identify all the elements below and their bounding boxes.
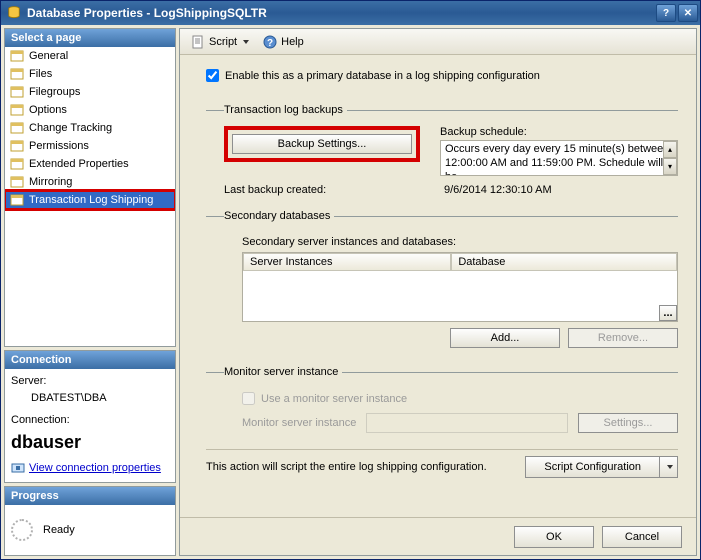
page-icon [9, 49, 25, 63]
connection-label: Connection: [11, 412, 169, 429]
last-backup-value: 9/6/2014 12:30:10 AM [444, 184, 552, 196]
secondary-instances-label: Secondary server instances and databases… [242, 236, 678, 248]
page-icon [9, 193, 25, 207]
use-monitor-checkbox [242, 392, 255, 405]
secondary-databases-group: Secondary databases Secondary server ins… [206, 210, 678, 358]
help-window-button[interactable]: ? [656, 4, 676, 22]
page-list: General Files Filegroups Options Change … [5, 47, 175, 346]
sidebar-item-label: Filegroups [29, 86, 80, 98]
sidebar-item-label: Extended Properties [29, 158, 129, 170]
sidebar-item-options[interactable]: Options [5, 101, 175, 119]
column-header-database[interactable]: Database [451, 253, 677, 271]
page-icon [9, 121, 25, 135]
dialog-footer: OK Cancel [180, 517, 696, 555]
ok-button[interactable]: OK [514, 526, 594, 548]
select-page-header: Select a page [5, 29, 175, 47]
server-value: DBATEST\DBA [11, 390, 169, 407]
sidebar-item-label: Files [29, 68, 52, 80]
sidebar-item-label: Options [29, 104, 67, 116]
connection-body: Server: DBATEST\DBA Connection: dbauser … [5, 369, 175, 482]
last-backup-label: Last backup created: [224, 184, 444, 196]
titlebar[interactable]: Database Properties - LogShippingSQLTR ?… [1, 1, 700, 25]
sidebar-item-label: General [29, 50, 68, 62]
group-legend: Monitor server instance [224, 366, 342, 378]
enable-primary-checkbox[interactable] [206, 69, 219, 82]
toolbar-label: Script [209, 36, 237, 48]
sidebar-item-filegroups[interactable]: Filegroups [5, 83, 175, 101]
script-configuration-button[interactable]: Script Configuration [525, 456, 678, 478]
help-toolbar-button[interactable]: ? Help [258, 32, 309, 52]
button-label: Script Configuration [526, 461, 659, 473]
sidebar-item-label: Transaction Log Shipping [29, 194, 153, 206]
transaction-log-backups-group: Transaction log backups Backup Settings.… [206, 104, 678, 202]
progress-header: Progress [5, 487, 175, 505]
backup-settings-button[interactable]: Backup Settings... [232, 134, 412, 154]
script-toolbar-button[interactable]: Script [186, 32, 254, 52]
sidebar-item-files[interactable]: Files [5, 65, 175, 83]
chevron-down-icon [243, 40, 249, 44]
view-connection-properties-link[interactable]: View connection properties [29, 460, 161, 477]
page-icon [9, 85, 25, 99]
sidebar-item-extended-properties[interactable]: Extended Properties [5, 155, 175, 173]
svg-text:?: ? [267, 38, 273, 49]
page-icon [9, 157, 25, 171]
backup-schedule-label: Backup schedule: [440, 126, 678, 138]
toolbar-label: Help [281, 36, 304, 48]
server-label: Server: [11, 373, 169, 390]
sidebar-item-mirroring[interactable]: Mirroring [5, 173, 175, 191]
sidebar-item-transaction-log-shipping[interactable]: Transaction Log Shipping [5, 191, 175, 209]
monitor-instance-field-label: Monitor server instance [242, 417, 356, 429]
page-icon [9, 67, 25, 81]
connection-props-icon [11, 462, 25, 474]
page-icon [9, 103, 25, 117]
monitor-server-group: Monitor server instance Use a monitor se… [206, 366, 678, 441]
schedule-scrollbar[interactable]: ▴▾ [663, 141, 677, 175]
script-icon [191, 35, 205, 49]
separator [206, 449, 678, 450]
remove-button: Remove... [568, 328, 678, 348]
main-content: Enable this as a primary database in a l… [180, 55, 696, 517]
sidebar-item-permissions[interactable]: Permissions [5, 137, 175, 155]
highlight-annotation: Backup Settings... [224, 126, 420, 162]
use-monitor-label: Use a monitor server instance [261, 393, 407, 405]
browse-button[interactable]: ... [659, 305, 677, 321]
sidebar-item-label: Permissions [29, 140, 89, 152]
connection-value: dbauser [11, 429, 169, 456]
monitor-instance-input [366, 413, 568, 433]
column-header-server[interactable]: Server Instances [243, 253, 451, 271]
monitor-settings-button: Settings... [578, 413, 678, 433]
close-window-button[interactable]: ✕ [678, 4, 698, 22]
progress-spinner-icon [11, 519, 33, 541]
script-action-text: This action will script the entire log s… [206, 461, 487, 473]
cancel-button[interactable]: Cancel [602, 526, 682, 548]
sidebar-item-label: Mirroring [29, 176, 72, 188]
secondary-instances-table[interactable]: Server Instances Database ... [242, 252, 678, 322]
window-title: Database Properties - LogShippingSQLTR [27, 6, 656, 20]
enable-primary-label: Enable this as a primary database in a l… [225, 70, 540, 82]
dialog-window: Database Properties - LogShippingSQLTR ?… [0, 0, 701, 560]
add-button[interactable]: Add... [450, 328, 560, 348]
sidebar-item-label: Change Tracking [29, 122, 112, 134]
page-icon [9, 175, 25, 189]
help-icon: ? [263, 35, 277, 49]
group-legend: Transaction log backups [224, 104, 347, 116]
connection-header: Connection [5, 351, 175, 369]
database-icon [7, 6, 21, 20]
chevron-down-icon[interactable] [659, 457, 677, 477]
progress-status: Ready [43, 524, 75, 536]
page-icon [9, 139, 25, 153]
backup-schedule-display: Occurs every day every 15 minute(s) betw… [440, 140, 678, 176]
sidebar-item-general[interactable]: General [5, 47, 175, 65]
group-legend: Secondary databases [224, 210, 334, 222]
toolbar: Script ? Help [180, 29, 696, 55]
sidebar-item-change-tracking[interactable]: Change Tracking [5, 119, 175, 137]
